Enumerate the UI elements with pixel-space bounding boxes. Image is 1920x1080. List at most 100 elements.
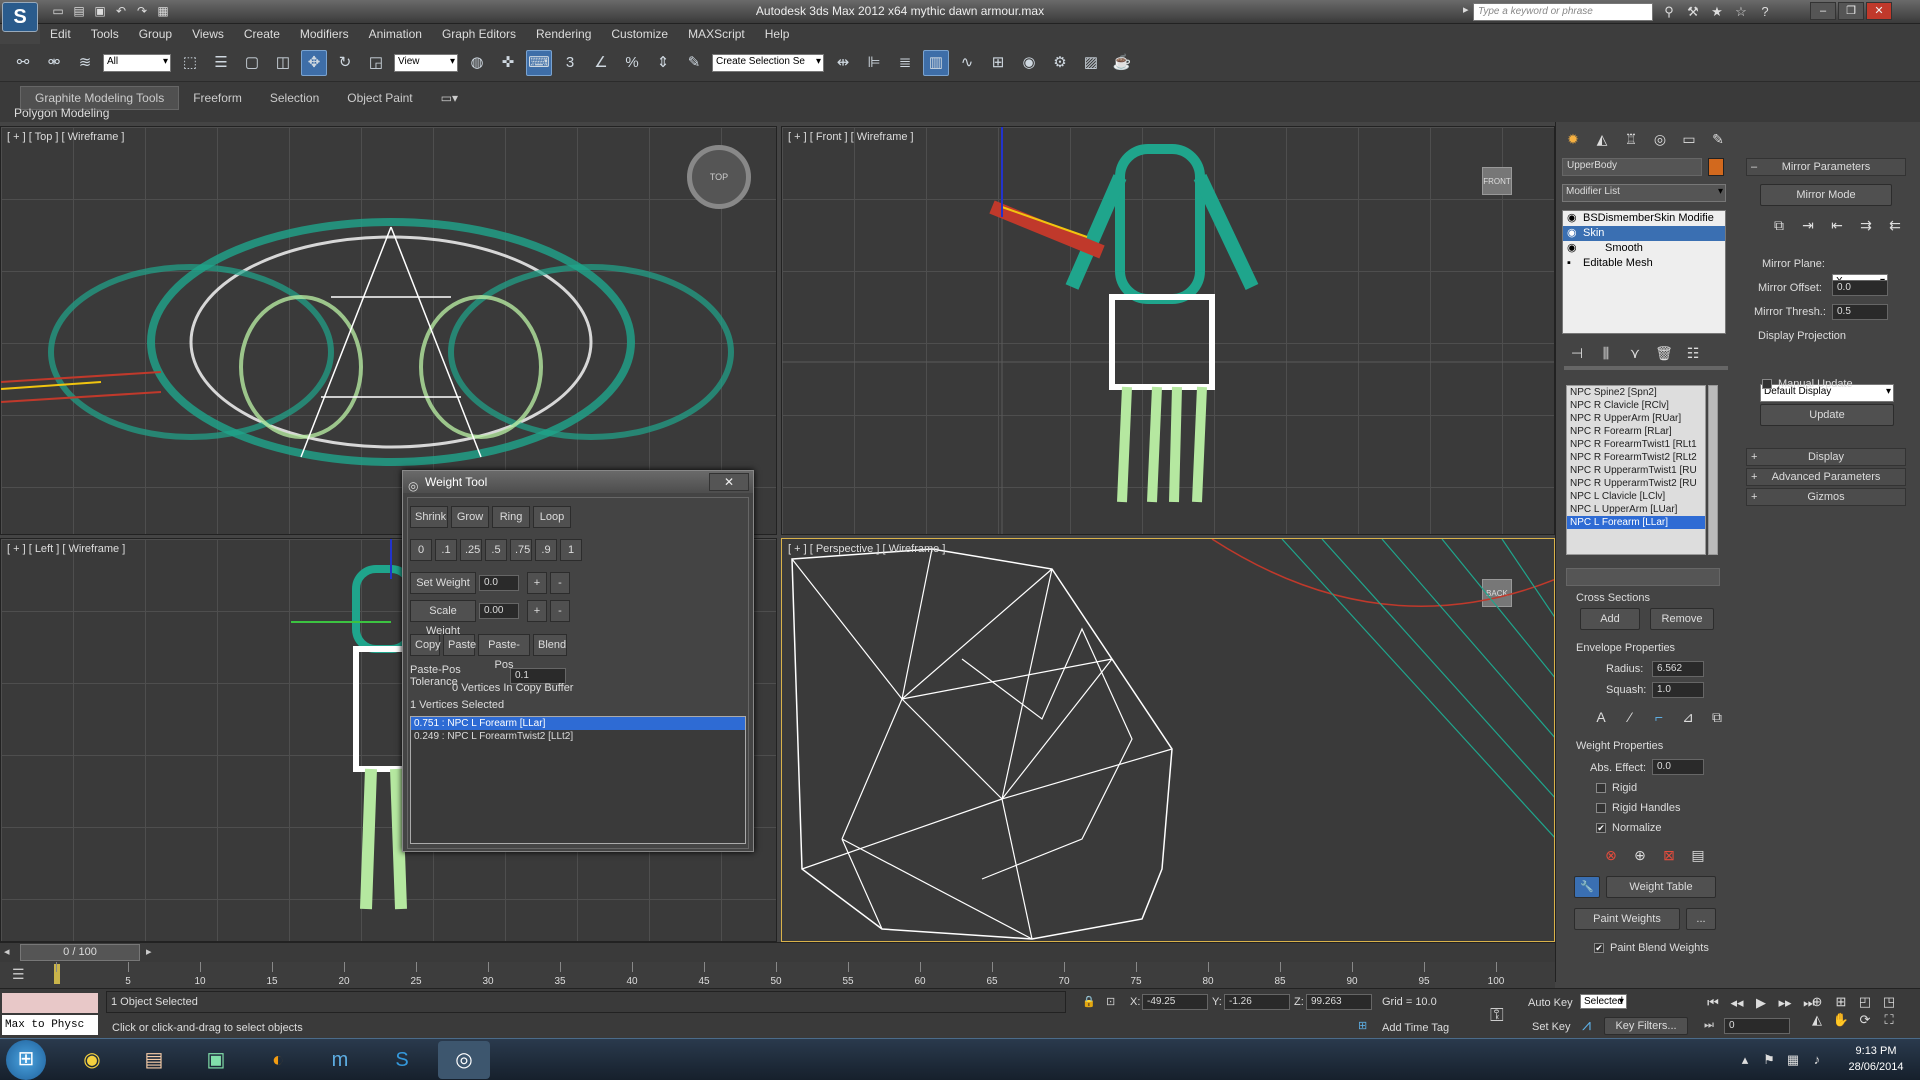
field-of-view-icon[interactable]: ◭ bbox=[1808, 1011, 1826, 1029]
zoom-icon[interactable]: ⊕ bbox=[1808, 993, 1826, 1011]
app-logo[interactable]: S bbox=[2, 2, 38, 32]
schematic-view-icon[interactable]: ⊞ bbox=[985, 50, 1011, 76]
bind-spacewarp-icon[interactable]: ≋ bbox=[72, 50, 98, 76]
mirror-offset-field[interactable]: 0.0 bbox=[1832, 280, 1888, 296]
undo-icon[interactable]: ↶ bbox=[112, 2, 130, 20]
3dsmax-taskbar-icon[interactable]: ◎ bbox=[438, 1040, 490, 1079]
weight-preset-09[interactable]: .9 bbox=[535, 539, 557, 561]
key-icon[interactable]: ⚿ bbox=[1490, 1005, 1504, 1026]
menu-rendering[interactable]: Rendering bbox=[526, 24, 601, 44]
time-slider-thumb[interactable]: 0 / 100 bbox=[20, 944, 140, 961]
shrink-button[interactable]: Shrink bbox=[410, 506, 448, 528]
angle-snap-icon[interactable]: ∠ bbox=[588, 50, 614, 76]
new-file-icon[interactable]: ▭ bbox=[49, 2, 67, 20]
open-file-icon[interactable]: ▤ bbox=[70, 2, 88, 20]
menu-group[interactable]: Group bbox=[129, 24, 182, 44]
lock-selection-icon[interactable]: 🔒 bbox=[1082, 995, 1096, 1008]
menu-views[interactable]: Views bbox=[182, 24, 234, 44]
x-coord-field[interactable]: -49.25 bbox=[1142, 994, 1208, 1010]
maxscript-listener-pink[interactable] bbox=[2, 993, 98, 1013]
set-key-button[interactable]: Set Key bbox=[1532, 1021, 1571, 1033]
tab-freeform[interactable]: Freeform bbox=[179, 87, 256, 109]
set-weight-minus-button[interactable]: - bbox=[550, 572, 570, 594]
redo-icon[interactable]: ↷ bbox=[133, 2, 151, 20]
envelope-visible-icon[interactable]: ⌐ bbox=[1648, 706, 1670, 728]
mini-curve-editor-icon[interactable]: ☰ bbox=[12, 966, 25, 983]
advanced-parameters-rollout[interactable]: + Advanced Parameters bbox=[1746, 468, 1906, 486]
viewport-front[interactable]: [ + ] [ Front ] [ Wireframe ] FRONT bbox=[781, 126, 1555, 535]
viewport-label[interactable]: [ + ] [ Front ] [ Wireframe ] bbox=[788, 131, 914, 143]
maxscript-input[interactable]: Max to Physc bbox=[2, 1015, 98, 1035]
bone-list-item[interactable]: NPC R Forearm [RLar] bbox=[1567, 425, 1705, 438]
blend-button[interactable]: Blend bbox=[533, 634, 567, 656]
weight-list-item[interactable]: 0.751 : NPC L Forearm [LLar] bbox=[411, 717, 745, 730]
paste-blue-to-green-icon[interactable]: ⇤ bbox=[1826, 214, 1848, 236]
include-verts-icon[interactable]: ⊕ bbox=[1629, 844, 1651, 866]
motion-tab-icon[interactable]: ◎ bbox=[1649, 128, 1671, 150]
add-button[interactable]: Add bbox=[1580, 608, 1640, 630]
expand-arrow-icon[interactable]: ▸ bbox=[1463, 3, 1469, 16]
zoom-extents-all-icon[interactable]: ◳ bbox=[1880, 993, 1898, 1011]
pan-icon[interactable]: ✋ bbox=[1832, 1011, 1850, 1029]
paste-green-to-blue-icon[interactable]: ⇥ bbox=[1797, 214, 1819, 236]
key-filters-button[interactable]: Key Filters... bbox=[1604, 1017, 1688, 1035]
grow-button[interactable]: Grow bbox=[451, 506, 489, 528]
percent-snap-icon[interactable]: % bbox=[619, 50, 645, 76]
utilities-tab-icon[interactable]: ✎ bbox=[1707, 128, 1729, 150]
modifier-stack[interactable]: ◉ BSDismemberSkin Modifie ◉ Skin ◉ Smooth ▪… bbox=[1562, 210, 1726, 334]
bone-list-item[interactable]: NPC R Clavicle [RClv] bbox=[1567, 399, 1705, 412]
object-color-swatch[interactable] bbox=[1708, 158, 1724, 176]
maximize-viewport-icon[interactable]: ⛶ bbox=[1880, 1011, 1898, 1029]
weight-tool-titlebar[interactable]: ◎ Weight Tool ✕ bbox=[403, 471, 753, 493]
ring-button[interactable]: Ring bbox=[492, 506, 530, 528]
render-setup-icon[interactable]: ⚙ bbox=[1047, 50, 1073, 76]
show-end-result-icon[interactable]: ⫼ bbox=[1595, 342, 1617, 364]
bone-list[interactable]: NPC Spine2 [Spn2] NPC R Clavicle [RClv] NP… bbox=[1566, 385, 1706, 555]
paste-button[interactable]: Paste bbox=[443, 634, 476, 656]
rect-selection-icon[interactable]: ▢ bbox=[239, 50, 265, 76]
chrome-icon[interactable]: ◉ bbox=[66, 1041, 118, 1079]
scale-weight-field[interactable]: 0.00 bbox=[479, 603, 519, 619]
weight-table-button[interactable]: Weight Table bbox=[1606, 876, 1716, 898]
tab-object-paint[interactable]: Object Paint bbox=[333, 87, 426, 109]
paint-options-button[interactable]: ... bbox=[1686, 908, 1716, 930]
zoom-extents-icon[interactable]: ◰ bbox=[1856, 993, 1874, 1011]
remove-modifier-icon[interactable]: 🗑 bbox=[1653, 342, 1675, 364]
named-selection-dropdown[interactable]: Create Selection Se bbox=[712, 53, 824, 72]
weight-preset-075[interactable]: .75 bbox=[510, 539, 532, 561]
bone-list-item[interactable]: NPC R UpperarmTwist2 [RU bbox=[1567, 477, 1705, 490]
ribbon-options-icon[interactable]: ▭▾ bbox=[427, 87, 472, 109]
gizmos-rollout[interactable]: + Gizmos bbox=[1746, 488, 1906, 506]
menu-help[interactable]: Help bbox=[755, 24, 800, 44]
bone-list-item[interactable]: NPC Spine2 [Spn2] bbox=[1567, 386, 1705, 399]
maximize-button[interactable]: ❐ bbox=[1838, 2, 1864, 20]
volume-icon[interactable]: ♪ bbox=[1808, 1051, 1826, 1069]
mirror-icon[interactable]: ⇹ bbox=[830, 50, 856, 76]
time-tag-icon[interactable]: ⊞ bbox=[1358, 1019, 1367, 1032]
bulb-icon[interactable]: ◉ bbox=[1567, 211, 1577, 226]
binoculars-icon[interactable]: ⚲ bbox=[1660, 3, 1678, 21]
favorites-icon[interactable]: ☆ bbox=[1732, 3, 1750, 21]
bone-list-scrollbar[interactable] bbox=[1708, 385, 1718, 555]
menu-create[interactable]: Create bbox=[234, 24, 290, 44]
prev-key-icon[interactable]: ◂◂ bbox=[1728, 994, 1746, 1012]
next-frame-icon[interactable]: ▸ bbox=[146, 945, 152, 958]
bone-list-item[interactable]: NPC R ForearmTwist1 [RLt1 bbox=[1567, 438, 1705, 451]
clock[interactable]: 9:13 PM 28/06/2014 bbox=[1836, 1043, 1916, 1075]
create-tab-icon[interactable]: ✹ bbox=[1562, 128, 1584, 150]
copy-button[interactable]: Copy bbox=[410, 634, 441, 656]
paste-blue-verts-icon[interactable]: ⇇ bbox=[1884, 214, 1906, 236]
mirror-paste-icon[interactable]: ⧉ bbox=[1768, 214, 1790, 236]
close-window-button[interactable]: ✕ bbox=[1866, 2, 1892, 20]
paint-blend-checkbox[interactable]: ✔ bbox=[1594, 943, 1604, 953]
mirror-mode-button[interactable]: Mirror Mode bbox=[1760, 184, 1892, 206]
bone-list-item[interactable]: NPC L Forearm [LLar] bbox=[1567, 516, 1705, 529]
rigid-handles-checkbox[interactable] bbox=[1596, 803, 1606, 813]
spinner-snap-icon[interactable]: ⇕ bbox=[650, 50, 676, 76]
weight-preset-05[interactable]: .5 bbox=[485, 539, 507, 561]
terminal-icon[interactable]: ▣ bbox=[190, 1041, 242, 1079]
rigid-checkbox[interactable] bbox=[1596, 783, 1606, 793]
abs-effect-field[interactable]: 0.0 bbox=[1652, 759, 1704, 775]
set-weight-button[interactable]: Set Weight bbox=[410, 572, 476, 594]
expand-icon[interactable]: ▪ bbox=[1567, 256, 1571, 271]
